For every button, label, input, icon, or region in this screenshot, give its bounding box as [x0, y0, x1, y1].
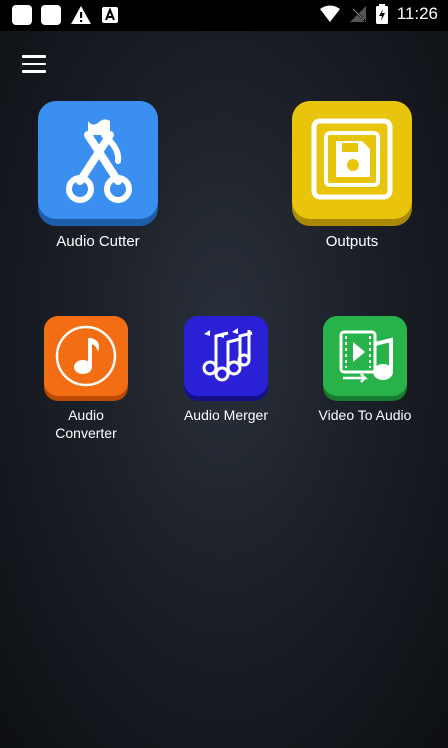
audio-merger-label: Audio Merger	[183, 407, 269, 423]
battery-charging-icon	[375, 4, 388, 24]
notification-icon	[41, 5, 61, 25]
clock: 11:26	[396, 4, 438, 23]
audio-cutter-tile[interactable]: Audio Cutter	[28, 101, 168, 251]
video-to-audio-icon	[323, 316, 407, 396]
toolbar	[0, 31, 448, 99]
audio-converter-label: Audio Converter	[55, 407, 117, 441]
outputs-tile[interactable]: Outputs	[282, 101, 422, 251]
menu-icon[interactable]	[22, 55, 48, 75]
audio-cutter-icon	[38, 101, 158, 219]
status-bar: 11:26	[0, 0, 448, 31]
audio-cutter-label: Audio Cutter	[56, 233, 140, 250]
outputs-label: Outputs	[325, 233, 379, 250]
wifi-icon	[319, 5, 340, 22]
app-notification-icon	[102, 7, 118, 23]
video-to-audio-label: Video To Audio	[318, 407, 412, 423]
notification-icon	[12, 5, 32, 25]
audio-merger-tile[interactable]: Audio Merger	[166, 316, 286, 424]
audio-converter-tile[interactable]: Audio Converter	[26, 316, 146, 442]
video-to-audio-tile[interactable]: Video To Audio	[305, 316, 425, 424]
warning-icon	[71, 6, 91, 24]
outputs-icon	[292, 101, 412, 219]
audio-converter-icon	[44, 316, 128, 396]
no-signal-icon	[349, 6, 366, 22]
audio-merger-icon	[184, 316, 268, 396]
